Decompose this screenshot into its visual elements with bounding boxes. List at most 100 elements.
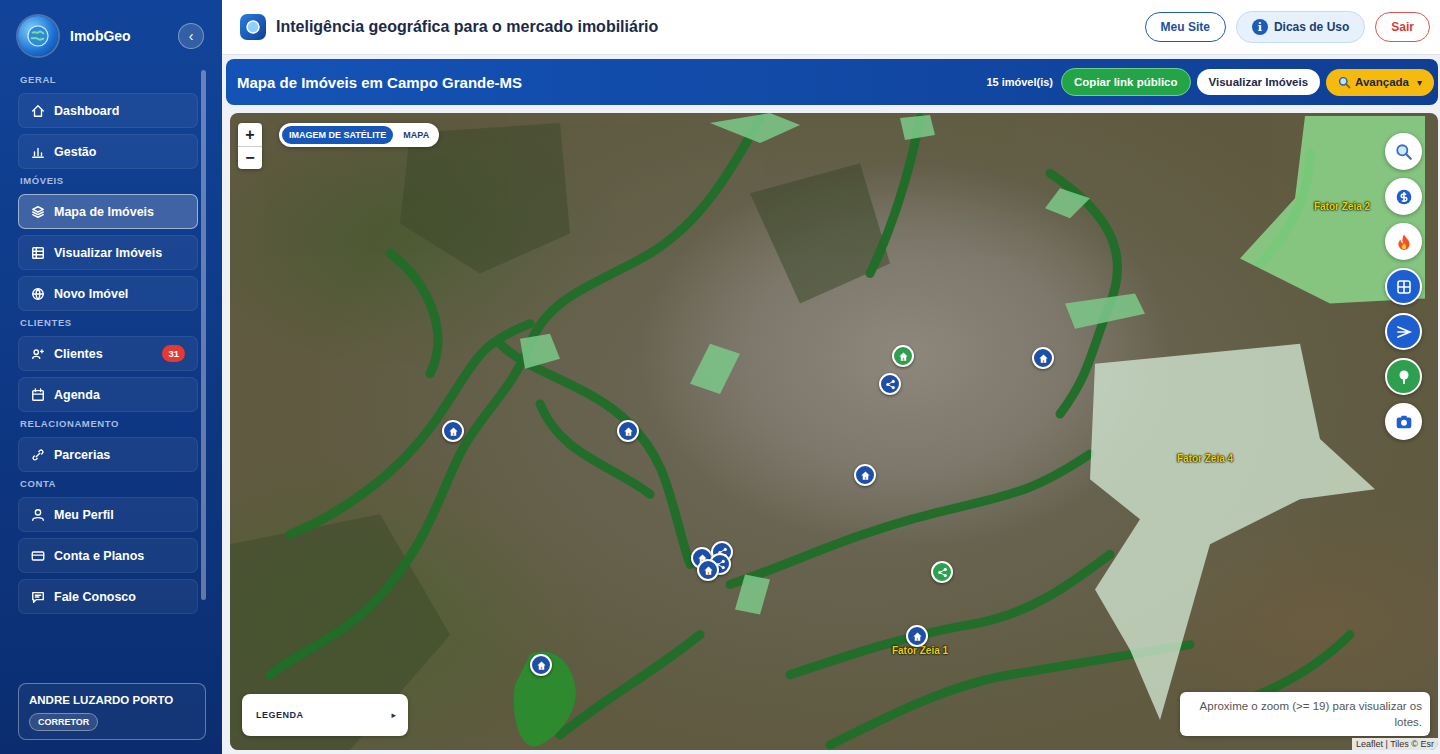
- map-pin[interactable]: [892, 345, 914, 367]
- button-label: Sair: [1391, 20, 1414, 34]
- section-title: CONTA: [20, 478, 196, 489]
- section-title: IMÓVEIS: [20, 175, 196, 186]
- sidebar-item[interactable]: Fale Conosco: [18, 579, 198, 614]
- caret-icon: ▾: [1417, 77, 1422, 88]
- expand-arrow-icon: ▸: [391, 710, 396, 720]
- map-pin[interactable]: [697, 559, 719, 581]
- house-icon: [860, 470, 871, 481]
- button-label: Visualizar Imóveis: [1209, 76, 1309, 88]
- button-label: Copiar link público: [1074, 76, 1178, 88]
- share-icon: [885, 379, 896, 390]
- legend-title: LEGENDA: [256, 710, 391, 720]
- map-tools: [1385, 133, 1422, 440]
- section-title: CLIENTES: [20, 317, 196, 328]
- sidebar-item-label: Mapa de Imóveis: [54, 205, 154, 219]
- sidebar-item[interactable]: Novo Imóvel: [18, 276, 198, 311]
- map-pin[interactable]: [854, 464, 876, 486]
- route-icon: [1396, 324, 1412, 340]
- user-icon: [31, 508, 45, 522]
- calendar-icon: [31, 388, 45, 402]
- card-icon: [31, 549, 45, 563]
- layers-icon: [31, 205, 45, 219]
- header-button[interactable]: iDicas de Uso: [1236, 11, 1365, 43]
- zoom-out-button[interactable]: −: [238, 146, 262, 169]
- app-icon: [240, 14, 266, 40]
- header-button[interactable]: Sair: [1375, 12, 1430, 42]
- map-pin[interactable]: [879, 373, 901, 395]
- main: Inteligência geográfica para o mercado i…: [222, 0, 1440, 754]
- map-tool-button[interactable]: [1385, 178, 1422, 215]
- fire-icon: [1395, 233, 1413, 251]
- chart-icon: [31, 145, 45, 159]
- top-header: Inteligência geográfica para o mercado i…: [222, 0, 1440, 55]
- section-title: GERAL: [20, 74, 196, 85]
- sidebar-item-label: Clientes: [54, 347, 103, 361]
- toolbar-button[interactable]: Visualizar Imóveis: [1197, 69, 1321, 95]
- sidebar-item[interactable]: Parcerias: [18, 437, 198, 472]
- header-button[interactable]: Meu Site: [1145, 12, 1226, 42]
- map-tool-button[interactable]: [1385, 133, 1422, 170]
- house-icon: [448, 426, 459, 437]
- layer-switch: IMAGEM DE SATÉLITEMAPA: [279, 123, 439, 147]
- search-icon: [1395, 143, 1413, 161]
- collapse-button[interactable]: ‹: [178, 23, 204, 49]
- magnifier-icon: [1338, 76, 1351, 89]
- button-label: Meu Site: [1161, 20, 1210, 34]
- map-pin[interactable]: [906, 625, 928, 647]
- layer-tab[interactable]: IMAGEM DE SATÉLITE: [282, 126, 393, 144]
- title-bar: Mapa de Imóveis em Campo Grande-MS15 imó…: [226, 59, 1438, 105]
- house-icon: [536, 660, 547, 671]
- grid-icon: [1396, 279, 1412, 295]
- map-tool-button[interactable]: [1385, 223, 1422, 260]
- globe-logo-icon: [18, 16, 58, 56]
- map-tool-button[interactable]: [1385, 403, 1422, 440]
- sidebar-item[interactable]: Conta e Planos: [18, 538, 198, 573]
- header-title: Inteligência geográfica para o mercado i…: [276, 18, 1135, 36]
- layer-tab[interactable]: MAPA: [396, 126, 436, 144]
- house-icon: [912, 631, 923, 642]
- house-icon: [703, 565, 714, 576]
- map-tool-button[interactable]: [1385, 313, 1422, 350]
- user-role: CORRETOR: [29, 713, 98, 731]
- sidebar-item[interactable]: Visualizar Imóveis: [18, 235, 198, 270]
- sidebar-item[interactable]: Gestão: [18, 134, 198, 169]
- sidebar-item[interactable]: Agenda: [18, 377, 198, 412]
- map-tool-button[interactable]: [1385, 358, 1422, 395]
- property-count: 15 imóvel(is): [986, 76, 1053, 88]
- map-tool-button[interactable]: [1385, 268, 1422, 305]
- sidebar-item[interactable]: Mapa de Imóveis: [18, 194, 198, 229]
- map-pin[interactable]: [442, 420, 464, 442]
- tree-icon: [1396, 369, 1412, 385]
- legend-panel[interactable]: LEGENDA▸: [242, 694, 408, 736]
- zoom-in-button[interactable]: +: [238, 123, 262, 146]
- map-pin[interactable]: [931, 561, 953, 583]
- map-pin[interactable]: [1032, 347, 1054, 369]
- table-icon: [31, 246, 45, 260]
- toolbar-button[interactable]: Avançada ▾: [1326, 69, 1434, 96]
- sidebar-item-label: Dashboard: [54, 104, 119, 118]
- scrollbar[interactable]: [201, 70, 206, 600]
- map-pin[interactable]: [530, 654, 552, 676]
- map-pin[interactable]: [617, 420, 639, 442]
- home-icon: [31, 104, 45, 118]
- camera-icon: [1395, 413, 1413, 431]
- sidebar-item[interactable]: Meu Perfil: [18, 497, 198, 532]
- button-label: Avançada: [1355, 76, 1409, 88]
- sidebar-item-label: Novo Imóvel: [54, 287, 128, 301]
- house-icon: [1038, 353, 1049, 364]
- user-card[interactable]: ANDRE LUZARDO PORTOCORRETOR: [18, 683, 206, 740]
- chat-icon: [31, 590, 45, 604]
- toolbar-button[interactable]: Copiar link público: [1061, 68, 1191, 96]
- zoom-hint: Aproxime o zoom (>= 19) para visualizar …: [1180, 692, 1430, 736]
- sidebar-item-label: Agenda: [54, 388, 100, 402]
- coin-icon: [1395, 188, 1413, 206]
- map[interactable]: +−IMAGEM DE SATÉLITEMAPAFator Zeia 2Fato…: [230, 113, 1438, 750]
- house-icon: [623, 426, 634, 437]
- sidebar-item[interactable]: Clientes31: [18, 336, 198, 371]
- button-label: Dicas de Uso: [1274, 20, 1349, 34]
- zone-label: Fator Zeia 2: [1314, 201, 1370, 212]
- sidebar-item[interactable]: Dashboard: [18, 93, 198, 128]
- sidebar-nav: GERAL Dashboard Gestão IMÓVEIS Mapa de Imóve…: [0, 68, 222, 675]
- globe-icon: [31, 287, 45, 301]
- brand-name: ImobGeo: [70, 28, 166, 44]
